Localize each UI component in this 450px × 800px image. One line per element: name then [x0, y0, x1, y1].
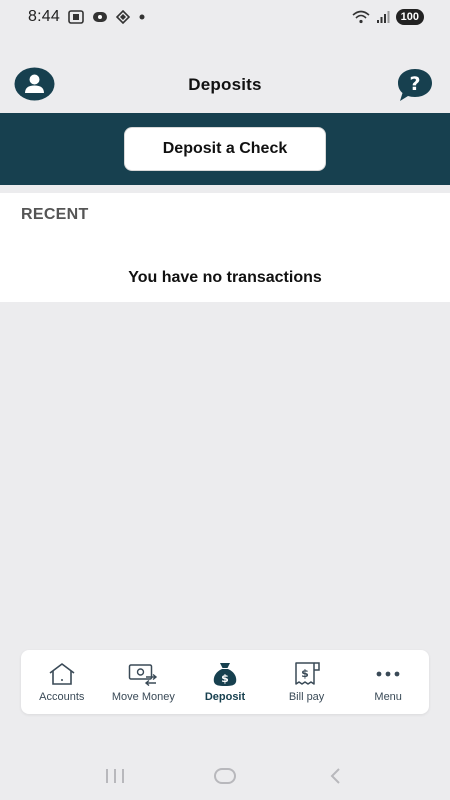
svg-text:$: $	[301, 667, 309, 680]
status-left: 8:44	[28, 8, 146, 26]
nav-item-menu[interactable]: Menu	[347, 650, 429, 714]
screenshot-icon	[68, 10, 84, 24]
recent-section-title: RECENT	[21, 206, 89, 223]
deposit-check-button[interactable]: Deposit a Check	[124, 127, 326, 171]
nav-label-deposit: Deposit	[204, 691, 246, 703]
page-title: Deposits	[188, 75, 262, 94]
help-button[interactable]: ?	[396, 67, 434, 103]
nav-item-accounts[interactable]: Accounts	[21, 650, 103, 714]
system-nav-bar	[0, 752, 450, 800]
more-dots-icon	[375, 661, 401, 687]
nav-item-bill-pay[interactable]: $ Bill pay	[266, 650, 348, 714]
battery-indicator: 100	[395, 9, 424, 25]
house-icon	[48, 661, 76, 687]
back-button[interactable]	[315, 761, 355, 791]
notification-dot-icon	[138, 13, 146, 21]
svg-text:?: ?	[409, 73, 420, 95]
home-button[interactable]	[205, 761, 245, 791]
back-chevron-icon	[330, 768, 340, 784]
money-transfer-icon	[128, 661, 158, 687]
profile-button[interactable]	[14, 67, 55, 101]
recent-apps-icon	[106, 769, 124, 783]
empty-transactions-message: You have no transactions	[128, 269, 322, 286]
recent-apps-button[interactable]	[95, 761, 135, 791]
status-bar: 8:44 100	[0, 0, 450, 34]
status-time: 8:44	[28, 8, 60, 25]
app-header: Deposits ?	[0, 58, 450, 112]
recent-transactions-card: RECENT You have no transactions	[0, 193, 450, 302]
home-circle-icon	[214, 768, 236, 784]
diamond-app-icon	[115, 10, 130, 24]
signal-icon	[376, 10, 390, 24]
nav-label-accounts: Accounts	[39, 691, 85, 703]
nav-item-move-money[interactable]: Move Money	[103, 650, 185, 714]
nav-label-move-money: Move Money	[111, 691, 175, 703]
record-icon	[92, 10, 108, 24]
help-icon: ?	[398, 69, 432, 101]
money-bag-icon: $	[211, 661, 239, 687]
deposit-action-band: Deposit a Check	[0, 113, 450, 185]
profile-icon	[14, 67, 55, 101]
nav-label-bill-pay: Bill pay	[288, 691, 325, 703]
svg-text:$: $	[221, 672, 229, 685]
wifi-icon	[352, 10, 370, 24]
bottom-nav: Accounts Move Money $ Deposit $ Bill pay…	[21, 650, 429, 714]
nav-label-menu: Menu	[374, 691, 402, 703]
nav-item-deposit[interactable]: $ Deposit	[184, 650, 266, 714]
status-right: 100	[352, 9, 424, 25]
bill-icon: $	[293, 661, 321, 687]
